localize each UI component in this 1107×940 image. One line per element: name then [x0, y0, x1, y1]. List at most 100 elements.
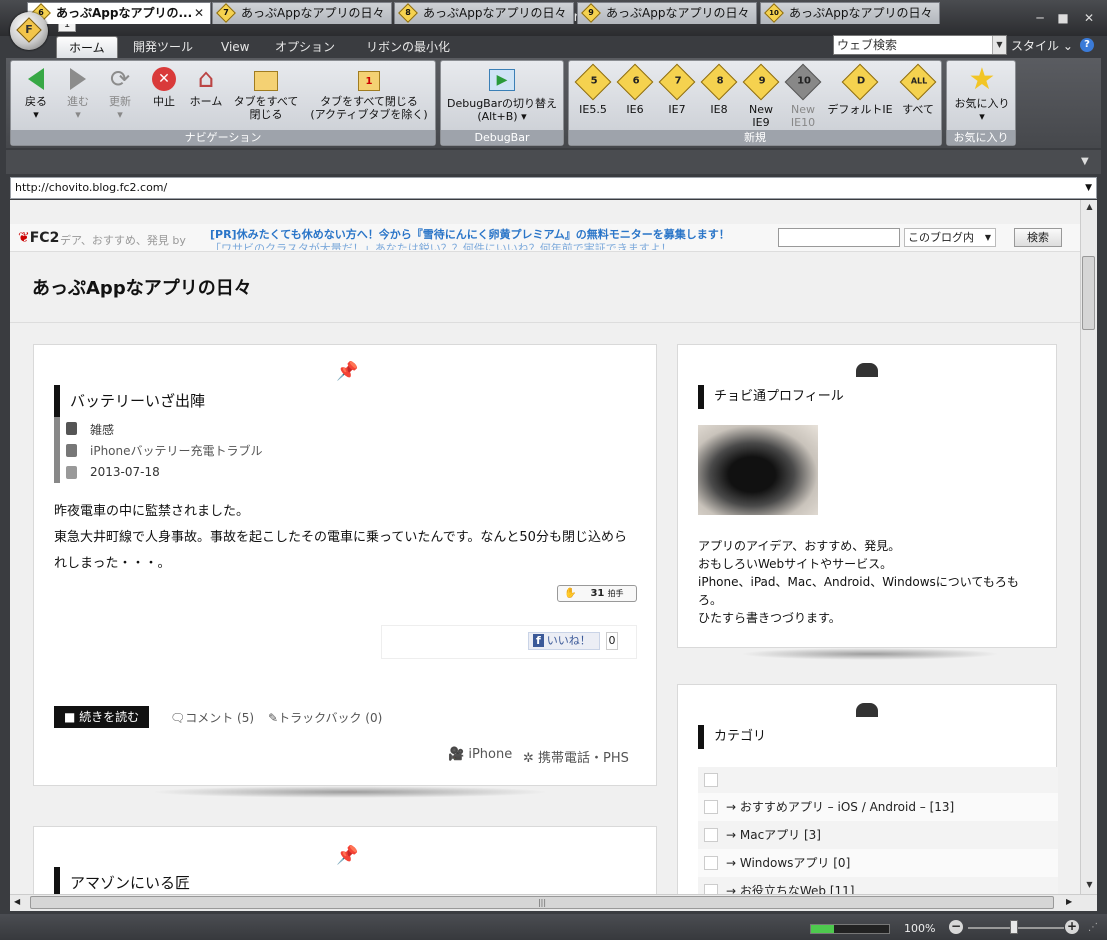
scroll-left-arrow-icon[interactable]: ◀: [14, 897, 20, 906]
home-button[interactable]: ⌂ ホーム: [185, 65, 227, 108]
zoom-in-icon[interactable]: +: [1065, 920, 1079, 934]
help-icon[interactable]: ?: [1080, 38, 1094, 52]
pushpin-icon: 📌: [336, 845, 359, 866]
navigation-group-label: ナビゲーション: [11, 130, 435, 145]
browser-tab-10[interactable]: 10 あっぷAppなアプリの日々: [760, 2, 940, 24]
ie9-icon-text: 9: [758, 75, 766, 87]
address-url: http://chovito.blog.fc2.com/: [15, 181, 168, 194]
ribbon-tab-view[interactable]: View: [209, 36, 261, 58]
profile-avatar[interactable]: [698, 425, 818, 515]
address-bar[interactable]: http://chovito.blog.fc2.com/ ▼: [10, 177, 1097, 199]
category-heading: カテゴリ: [698, 725, 766, 749]
refresh-button[interactable]: ⟳ 更新 ▾: [99, 65, 141, 121]
genre-label: iPhone: [468, 747, 513, 762]
browser-tab-9[interactable]: 9 あっぷAppなアプリの日々: [577, 2, 757, 24]
new-ie6-button[interactable]: 6 IE6: [615, 63, 655, 116]
stop-button[interactable]: ✕ 中止: [143, 65, 185, 108]
chevron-down-icon[interactable]: ▼: [992, 36, 1006, 54]
comment-icon: 🗨: [170, 711, 186, 725]
post-title[interactable]: アマゾンにいる匠: [54, 867, 190, 894]
zoom-slider-handle[interactable]: [1010, 920, 1018, 934]
post-category[interactable]: 雑感: [60, 421, 114, 438]
tab-list-dropdown-icon[interactable]: ▼: [1081, 156, 1089, 167]
blog-title[interactable]: あっぷAppなアプリの日々: [32, 274, 252, 300]
category-item[interactable]: → おすすめアプリ – iOS / Android – [13]: [698, 793, 1058, 821]
new-all-button[interactable]: ALL すべて: [895, 63, 941, 116]
ribbon-tab-devtools[interactable]: 開発ツール: [121, 36, 205, 58]
chevron-down-icon[interactable]: ▼: [1085, 178, 1092, 198]
comments-link[interactable]: 🗨コメント (5): [170, 709, 254, 726]
zoom-out-icon[interactable]: −: [949, 920, 963, 934]
genre-link-iphone[interactable]: 🎥 iPhone: [448, 747, 512, 762]
new-ie9-button[interactable]: 9 New IE9: [741, 63, 781, 129]
category-item[interactable]: → Windowsアプリ [0]: [698, 849, 1058, 877]
genre-icon: 🎥: [448, 747, 465, 762]
clap-button[interactable]: ✋ 31 拍手: [557, 585, 637, 602]
style-menu[interactable]: スタイル ⌄: [1011, 37, 1073, 54]
favorites-label: お気に入り ▾: [954, 97, 1010, 123]
scroll-right-arrow-icon[interactable]: ▶: [1066, 897, 1072, 906]
forward-button[interactable]: 進む ▾: [57, 65, 99, 121]
close-all-tabs-button[interactable]: タブをすべて 閉じる: [227, 65, 305, 121]
scroll-up-arrow-icon[interactable]: ▲: [1081, 202, 1098, 211]
ie6-icon: 6: [616, 63, 654, 101]
close-button[interactable]: ✕: [1078, 10, 1100, 26]
search-scope-select[interactable]: このブログ内 ▼: [904, 228, 996, 247]
maximize-button[interactable]: ■: [1052, 10, 1074, 26]
new-ie8-button[interactable]: 8 IE8: [699, 63, 739, 116]
resize-grip-icon[interactable]: ⋰: [1088, 922, 1098, 933]
fc2-logo[interactable]: ❦FC2: [18, 230, 59, 246]
tab-num: 10: [769, 9, 779, 17]
browser-tab-8[interactable]: 8 あっぷAppなアプリの日々: [394, 2, 574, 24]
zoom-level[interactable]: 100%: [904, 922, 935, 935]
debugbar-toggle-button[interactable]: ▶ DebugBarの切り替え (Alt+B) ▾: [443, 65, 561, 123]
browser-tab-7[interactable]: 7 あっぷAppなアプリの日々: [212, 2, 392, 24]
blog-search-input[interactable]: [778, 228, 900, 247]
new-ie55-button[interactable]: 5 IE5.5: [573, 63, 613, 116]
blog-search-button[interactable]: 検索: [1014, 228, 1062, 247]
scroll-down-arrow-icon[interactable]: ▼: [1081, 880, 1098, 889]
post-title[interactable]: バッテリーいざ出陣: [54, 385, 205, 417]
ie10-label: New IE10: [790, 103, 816, 129]
ie55-icon-text: 5: [590, 75, 598, 87]
tab-num: 7: [223, 8, 229, 17]
horizontal-scroll-thumb[interactable]: |||: [30, 896, 1054, 909]
ribbon-tab-home[interactable]: ホーム: [56, 36, 118, 58]
vertical-scroll-thumb[interactable]: [1082, 256, 1095, 330]
all-ie-icon-text: ALL: [910, 76, 928, 86]
folder-icon: [704, 773, 718, 787]
close-all-but-active-button[interactable]: 1 タブをすべて閉じる (アクティブタブを除く): [305, 65, 433, 121]
new-ie7-button[interactable]: 7 IE7: [657, 63, 697, 116]
application-menu-button[interactable]: F: [10, 12, 48, 50]
new-group-label: 新規: [569, 130, 941, 145]
ie6-icon-text: 6: [632, 75, 640, 87]
debugbar-group: ▶ DebugBarの切り替え (Alt+B) ▾ DebugBar: [440, 60, 564, 146]
category-item[interactable]: → お役立ちなWeb [11]: [698, 877, 1058, 894]
clap-count: 31: [590, 588, 605, 599]
profile-description: アプリのアイデア、おすすめ、発見。 おもしろいWebサイトやサービス。 iPho…: [698, 537, 1038, 627]
default-ie-label: デフォルトIE: [827, 103, 893, 116]
facebook-like-button[interactable]: f いいね！: [528, 632, 600, 650]
category-item[interactable]: → Macアプリ [3]: [698, 821, 1058, 849]
trackback-link[interactable]: ✎トラックバック (0): [268, 709, 382, 726]
fc2-pr-link-2[interactable]: 「ワサビのクラスタが大量だ！」あなたは鋭い？？何件にいいね？何年前で実証できます…: [210, 240, 672, 250]
clap-unit: 拍手: [607, 589, 624, 598]
new-default-ie-button[interactable]: D デフォルトIE: [825, 63, 895, 116]
ie55-label: IE5.5: [579, 103, 607, 116]
ribbon-minimize-tab[interactable]: リボンの最小化: [354, 36, 462, 58]
web-search-input[interactable]: ウェブ検索 ▼: [833, 35, 1007, 55]
close-tab-icon[interactable]: ✕: [194, 6, 204, 20]
read-more-button[interactable]: ■ 続きを読む: [54, 706, 150, 728]
ribbon-tab-options[interactable]: オプション: [263, 36, 347, 58]
minimize-button[interactable]: ─: [1029, 10, 1051, 26]
default-ie-icon: D: [841, 63, 879, 101]
browser-tab-6[interactable]: 6 あっぷAppなアプリの...: [27, 2, 211, 24]
genre-link-mobile[interactable]: ✲ 携帯電話・PHS: [523, 747, 629, 766]
back-button[interactable]: 戻る ▾: [13, 65, 59, 121]
post-body-line: 東急大井町線で人身事故。事故を起こしたその電車に乗っていたんです。なんと50分も…: [54, 530, 627, 545]
debugbar-icon: ▶: [489, 69, 515, 91]
new-ie10-button[interactable]: 10 New IE10: [783, 63, 823, 129]
like-label: いいね！: [546, 634, 591, 647]
post-tag[interactable]: iPhoneバッテリー充電トラブル: [60, 442, 263, 459]
favorites-button[interactable]: ★ お気に入り ▾: [949, 65, 1015, 124]
